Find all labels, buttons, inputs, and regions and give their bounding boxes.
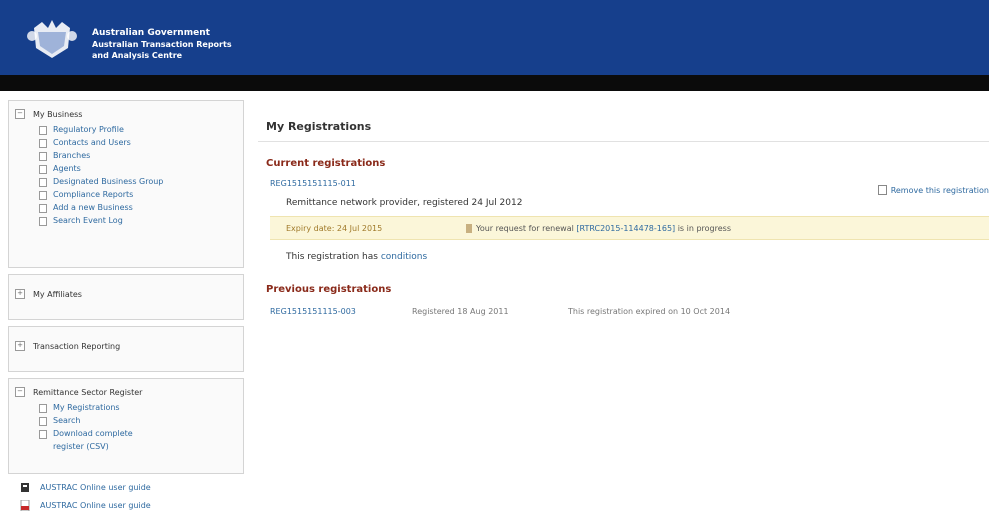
- document-icon: [39, 126, 47, 135]
- agency-name-line2: and Analysis Centre: [92, 51, 183, 60]
- info-icon: [466, 223, 472, 233]
- previous-registrations-heading: Previous registrations: [266, 284, 392, 295]
- site-header: Australian Government Australian Transac…: [0, 0, 989, 75]
- book-icon: [21, 483, 29, 492]
- pdf-icon: [20, 500, 30, 511]
- government-wordmark: Australian Government Australian Transac…: [92, 28, 232, 61]
- expiry-date: Expiry date: 24 Jul 2015: [286, 223, 383, 233]
- document-icon: [39, 165, 47, 174]
- conditions-text: This registration has conditions: [286, 252, 428, 262]
- document-icon: [39, 139, 47, 148]
- sidebar-item-agents[interactable]: Agents: [39, 162, 237, 175]
- remittance-register-menu: My Registrations Search Download complet…: [15, 401, 237, 453]
- panel-title-transaction-reporting[interactable]: + Transaction Reporting: [15, 341, 237, 351]
- government-title: Australian Government: [92, 28, 210, 38]
- document-icon: [39, 404, 47, 413]
- collapse-icon[interactable]: −: [15, 387, 25, 397]
- sidebar-item-compliance-reports[interactable]: Compliance Reports: [39, 188, 237, 201]
- sidebar-item-regulatory-profile[interactable]: Regulatory Profile: [39, 123, 237, 136]
- sidebar-item-download-register[interactable]: Download complete register (CSV): [39, 427, 149, 453]
- agency-name-line1: Australian Transaction Reports: [92, 40, 232, 49]
- panel-title-remittance-register[interactable]: − Remittance Sector Register: [15, 387, 237, 397]
- my-business-menu: Regulatory Profile Contacts and Users Br…: [15, 123, 237, 227]
- sidebar-item-branches[interactable]: Branches: [39, 149, 237, 162]
- conditions-link[interactable]: conditions: [381, 252, 427, 262]
- panel-title-my-business[interactable]: − My Business: [15, 109, 237, 119]
- sidebar-item-designated-business-group[interactable]: Designated Business Group: [39, 175, 237, 188]
- header-nav-bar: [0, 75, 989, 91]
- sidebar-item-add-business[interactable]: Add a new Business: [39, 201, 237, 214]
- previous-registration-number[interactable]: REG1515151115-003: [270, 307, 412, 316]
- sidebar-item-search-event-log[interactable]: Search Event Log: [39, 214, 237, 227]
- sidebar-item-my-registrations[interactable]: My Registrations: [39, 401, 237, 414]
- panel-transaction-reporting: + Transaction Reporting: [8, 326, 244, 372]
- user-guide-pdf-link[interactable]: AUSTRAC Online user guide: [20, 500, 151, 511]
- expand-icon[interactable]: +: [15, 289, 25, 299]
- user-guide-link[interactable]: AUSTRAC Online user guide: [20, 482, 151, 493]
- document-icon: [39, 152, 47, 161]
- current-registrations-heading: Current registrations: [266, 158, 386, 169]
- sidebar-item-search[interactable]: Search: [39, 414, 237, 427]
- main-content: My Registrations Current registrations R…: [258, 100, 989, 316]
- sidebar-item-contacts-users[interactable]: Contacts and Users: [39, 136, 237, 149]
- panel-remittance-register: − Remittance Sector Register My Registra…: [8, 378, 244, 474]
- remove-registration-link[interactable]: Remove this registration: [877, 185, 989, 195]
- document-icon: [39, 430, 47, 439]
- title-divider: [258, 141, 989, 142]
- collapse-icon[interactable]: −: [15, 109, 25, 119]
- previous-registered-date: Registered 18 Aug 2011: [412, 307, 509, 316]
- document-icon: [39, 178, 47, 187]
- renewal-notice: Expiry date: 24 Jul 2015 Your request fo…: [270, 216, 989, 240]
- sidebar: − My Business Regulatory Profile Contact…: [8, 100, 244, 480]
- panel-my-affiliates: + My Affiliates: [8, 274, 244, 320]
- coat-of-arms-logo: [27, 20, 77, 58]
- document-icon: [39, 191, 47, 200]
- expand-icon[interactable]: +: [15, 341, 25, 351]
- page-title: My Registrations: [266, 120, 372, 133]
- registration-detail: Remittance network provider, registered …: [286, 198, 523, 208]
- previous-registration-status: This registration expired on 10 Oct 2014: [568, 307, 731, 316]
- panel-title-my-affiliates[interactable]: + My Affiliates: [15, 289, 237, 299]
- renewal-reference-link[interactable]: [RTRC2015-114478-165]: [576, 224, 675, 233]
- user-guide-links: AUSTRAC Online user guide AUSTRAC Online…: [20, 482, 151, 518]
- panel-my-business: − My Business Regulatory Profile Contact…: [8, 100, 244, 268]
- document-icon: [39, 204, 47, 213]
- renewal-status: Your request for renewal [RTRC2015-11447…: [476, 223, 732, 233]
- document-icon: [39, 417, 47, 426]
- remove-icon: [877, 185, 887, 195]
- document-icon: [39, 217, 47, 226]
- previous-registration-row: REG1515151115-003 Registered 18 Aug 2011…: [270, 307, 989, 316]
